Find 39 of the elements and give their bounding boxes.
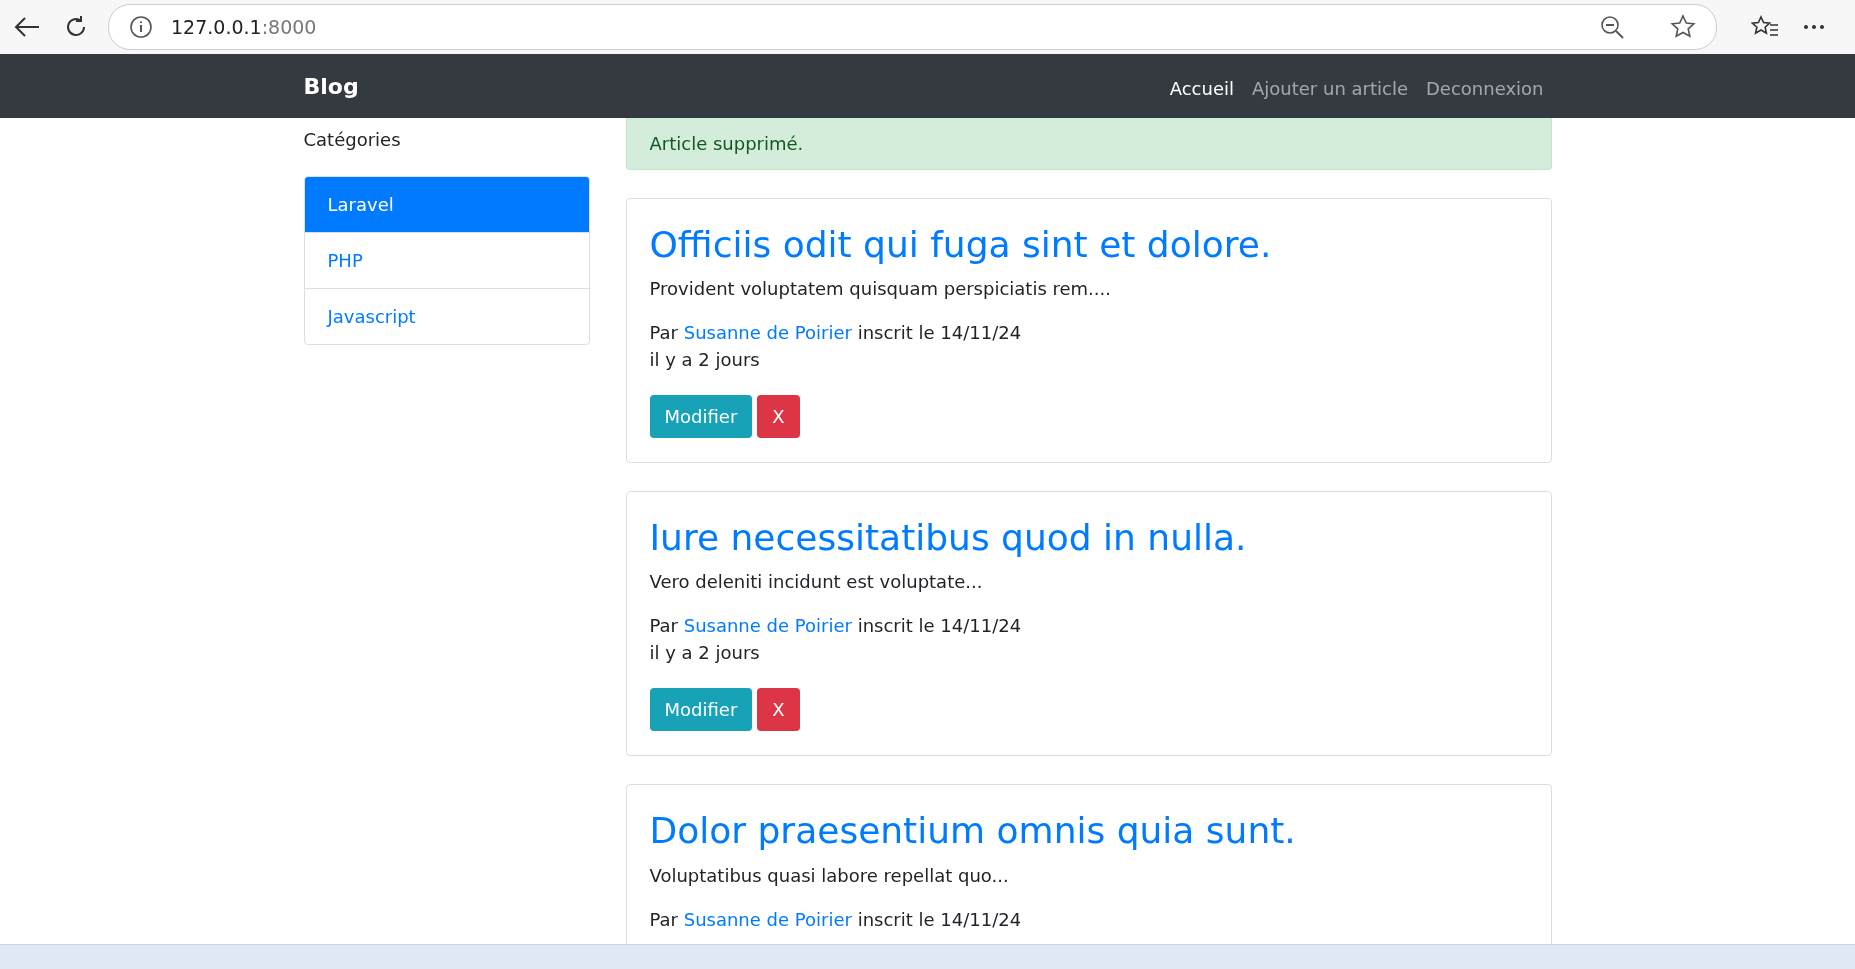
nav-link[interactable]: Accueil xyxy=(1169,73,1234,99)
nav-link[interactable]: Ajouter un article xyxy=(1252,73,1408,99)
favorites-icon[interactable] xyxy=(1751,15,1779,39)
author-link[interactable]: Susanne de Poirier xyxy=(683,322,852,344)
edit-button[interactable]: Modifier xyxy=(649,688,753,732)
url-text: 127.0.0.1:8000 xyxy=(171,16,317,38)
brand-link[interactable]: Blog xyxy=(303,73,359,99)
registration-date: inscrit le 14/11/24 xyxy=(857,908,1022,930)
article-excerpt: Provident voluptatem quisquam perspiciatis rem.... xyxy=(649,278,1112,300)
by-label: Par xyxy=(649,322,678,344)
registration-date: inscrit le 14/11/24 xyxy=(857,615,1022,637)
article-excerpt: Voluptatibus quasi labore repellat quo... xyxy=(649,864,1010,886)
article-excerpt: Vero deleniti incidunt est voluptate... xyxy=(649,571,984,593)
success-alert: Article supprimé. xyxy=(625,118,1552,170)
category-item[interactable]: PHP xyxy=(304,232,589,288)
article-title-link[interactable]: Dolor praesentium omnis quia sunt. xyxy=(649,809,1528,853)
edit-button[interactable]: Modifier xyxy=(649,395,753,439)
article-title-link[interactable]: Iure necessitatibus quod in nulla. xyxy=(649,516,1528,560)
sidebar-heading: Catégories xyxy=(303,129,402,150)
delete-button[interactable]: X xyxy=(757,395,800,439)
star-icon[interactable] xyxy=(1670,14,1696,40)
article-age: il y a 2 jours xyxy=(649,348,761,373)
category-item[interactable]: Laravel xyxy=(304,177,589,232)
by-label: Par xyxy=(649,615,678,637)
author-link[interactable]: Susanne de Poirier xyxy=(683,615,852,637)
nav-link[interactable]: Deconnexion xyxy=(1426,73,1544,99)
back-icon[interactable] xyxy=(14,16,40,38)
category-item[interactable]: Javascript xyxy=(304,288,589,344)
article-title-link[interactable]: Officiis odit qui fuga sint et dolore. xyxy=(649,223,1528,267)
address-bar[interactable]: 127.0.0.1:8000 xyxy=(108,4,1717,50)
registration-date: inscrit le 14/11/24 xyxy=(857,322,1022,344)
article-age: il y a 2 jours xyxy=(649,641,761,666)
by-label: Par xyxy=(649,908,678,930)
more-icon[interactable] xyxy=(1803,24,1825,30)
author-link[interactable]: Susanne de Poirier xyxy=(683,908,852,930)
zoom-out-icon[interactable] xyxy=(1600,15,1624,39)
delete-button[interactable]: X xyxy=(757,688,800,732)
reload-icon[interactable] xyxy=(64,15,88,39)
info-icon[interactable] xyxy=(129,15,153,39)
